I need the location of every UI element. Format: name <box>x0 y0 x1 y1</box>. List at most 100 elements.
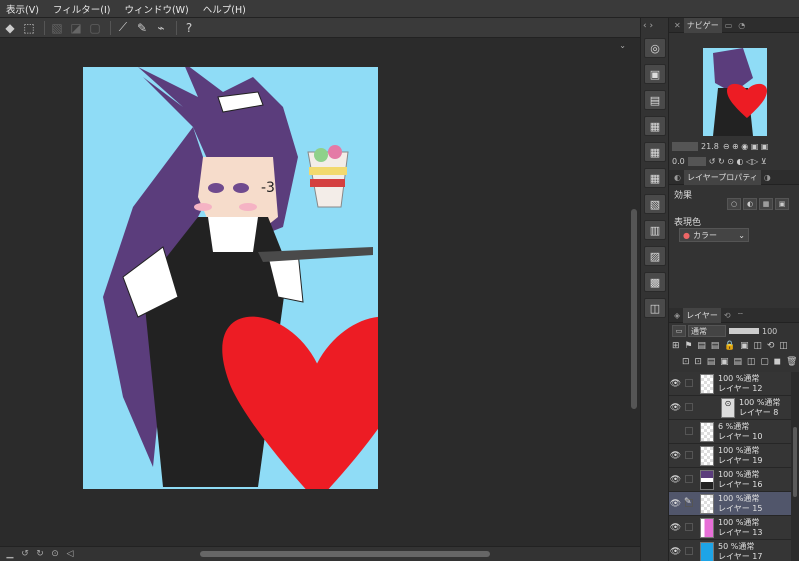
layer-row[interactable]: 👁 100 %通常 レイヤー 19 <box>669 444 791 468</box>
tone-button[interactable]: ▦ <box>759 198 773 210</box>
eye-icon[interactable]: 👁 <box>670 498 681 509</box>
layer-color-button[interactable]: ▣ <box>775 198 789 210</box>
left-blush <box>194 203 212 211</box>
layer-row[interactable]: 6 %通常 レイヤー 10 <box>669 420 791 444</box>
lock-toggle[interactable] <box>685 523 693 531</box>
fill-icon[interactable]: ◆ <box>2 20 18 36</box>
lock-toggle[interactable] <box>685 451 693 459</box>
opacity-value[interactable]: 100 <box>762 327 777 336</box>
help-icon[interactable]: ? <box>181 20 197 36</box>
tab-subview-icon[interactable]: ▭ <box>722 18 736 33</box>
pen-tool-icon[interactable]: ▧ <box>49 20 65 36</box>
eye-icon[interactable]: 👁 <box>670 402 681 413</box>
rotation-value[interactable]: 0.0 <box>672 157 685 166</box>
lock-toggle[interactable] <box>685 403 693 411</box>
correct-line-icon[interactable]: ⌁ <box>153 20 169 36</box>
layer-name: レイヤー 19 <box>718 456 763 465</box>
vertical-scrollbar[interactable] <box>628 39 640 546</box>
blend-row: ▭ 通常 100 <box>669 323 799 339</box>
opacity-slider[interactable] <box>729 328 759 334</box>
canvas-area[interactable]: ⌄ -3 <box>0 39 628 546</box>
material-icon[interactable]: ▥ <box>644 220 666 240</box>
material-icon[interactable]: ▤ <box>644 90 666 110</box>
material-icon[interactable]: ▦ <box>644 116 666 136</box>
rotate-right-icon[interactable]: ↻ <box>34 548 46 560</box>
material-icon[interactable]: ▣ <box>644 64 666 84</box>
layer-list: 👁 100 %通常 レイヤー 12 👁 ⊙ 100 %通常 レイヤー 86 %通常 レイヤー … <box>669 372 799 561</box>
tab-other-icon[interactable]: ⌔ <box>734 308 748 323</box>
tab-layers[interactable]: レイヤー <box>683 307 721 323</box>
tab-navigator[interactable]: ナビゲー <box>683 17 722 33</box>
material-icon[interactable]: ▦ <box>644 168 666 188</box>
tab-layer-property[interactable]: レイヤープロパティ <box>683 169 761 185</box>
eye-icon[interactable]: 👁 <box>670 474 681 485</box>
gradient-icon[interactable]: ◪ <box>68 20 84 36</box>
menu-window[interactable]: ウィンドウ(W) <box>124 2 188 16</box>
artwork-canvas[interactable]: -3 <box>83 67 378 489</box>
pen-icon: ✎ <box>684 497 692 507</box>
reset-view-icon[interactable]: ⊙ <box>49 548 61 560</box>
collapse-icon[interactable]: ⌄ <box>619 41 626 50</box>
layer-property-icon[interactable]: ◐ <box>671 170 684 185</box>
rotate-icon[interactable]: ↺ ↻ ⊙ ◐ ◁▷ ⊻ <box>709 157 767 166</box>
layer-thumbnail <box>700 518 714 538</box>
zoom-value[interactable]: 21.8 <box>701 142 719 151</box>
color-mode-value: カラー <box>692 230 717 240</box>
navigator-icon[interactable]: ◎ <box>644 38 666 58</box>
ruler-icon[interactable]: ⟋ <box>115 20 131 36</box>
rotate-left-icon[interactable]: ↺ <box>19 548 31 560</box>
horizontal-scroll-thumb[interactable] <box>200 551 490 557</box>
zoom-slider[interactable] <box>672 141 698 151</box>
layer-tools-row-1[interactable]: ⊞ ⚑ ▤ ▤ 🔒 ▣ ◫ ⟲ ◫ <box>669 338 789 354</box>
blend-mode-select[interactable]: 通常 <box>688 325 726 337</box>
zoom-out-icon[interactable]: ⊖ ⊕ ◉ ▣ ▣ <box>723 142 769 151</box>
layer-row[interactable]: 👁 100 %通常 レイヤー 12 <box>669 372 791 396</box>
scroll-thumb[interactable] <box>793 427 797 497</box>
layer-row[interactable]: 👁 ⊙ 100 %通常 レイヤー 8 <box>669 396 791 420</box>
material-icon[interactable]: ◫ <box>644 298 666 318</box>
tab-other-icon[interactable]: ◑ <box>761 170 774 185</box>
toolbar-divider <box>44 20 45 35</box>
material-icon[interactable]: ▨ <box>644 246 666 266</box>
layer-row[interactable]: 👁 100 %通常 レイヤー 16 <box>669 468 791 492</box>
layer-scrollbar[interactable] <box>791 372 799 561</box>
layer-row[interactable]: 👁 50 %通常 レイヤー 17 <box>669 540 791 561</box>
layer-stack-icon[interactable]: ◈ <box>671 308 683 323</box>
color-mode-select[interactable]: ● カラー ⌄ <box>679 228 749 242</box>
lock-toggle[interactable] <box>685 547 693 555</box>
flip-icon[interactable]: ◁ <box>64 548 76 560</box>
layer-row[interactable]: 👁 100 %通常 レイヤー 13 <box>669 516 791 540</box>
rotation-slider[interactable] <box>687 156 706 166</box>
eye-icon[interactable] <box>670 426 681 437</box>
menu-filter[interactable]: フィルター(I) <box>53 2 111 16</box>
material-icon[interactable]: ▧ <box>644 194 666 214</box>
extract-line-button[interactable]: ◐ <box>743 198 757 210</box>
border-effect-button[interactable]: ○ <box>727 198 741 210</box>
layer-row[interactable]: 👁 ✎ 100 %通常 レイヤー 15 <box>669 492 791 516</box>
material-icon[interactable]: ▦ <box>644 142 666 162</box>
stamp-icon[interactable]: ▢ <box>87 20 103 36</box>
chevron-left-icon[interactable]: ‹ › <box>643 21 653 31</box>
tab-info-icon[interactable]: ◔ <box>735 18 748 33</box>
brush-stroke-icon[interactable]: ✎ <box>134 20 150 36</box>
scroll-thumb[interactable] <box>631 209 637 409</box>
layer-thumbnail <box>700 422 714 442</box>
zoom-out-icon[interactable]: ▁ <box>4 548 16 560</box>
eye-icon[interactable]: 👁 <box>670 378 681 389</box>
tab-other-icon[interactable]: ⟲ <box>721 308 734 323</box>
eye-icon[interactable]: 👁 <box>670 522 681 533</box>
lock-toggle[interactable] <box>685 427 693 435</box>
navigator-thumbnail[interactable] <box>703 48 767 136</box>
lock-toggle[interactable] <box>685 475 693 483</box>
select-icon[interactable]: ⬚ <box>21 20 37 36</box>
material-icon[interactable]: ▩ <box>644 272 666 292</box>
layer-thumbnail <box>700 542 714 561</box>
eye-icon[interactable]: 👁 <box>670 546 681 557</box>
lock-toggle[interactable] <box>685 379 693 387</box>
eye-icon[interactable]: 👁 <box>670 450 681 461</box>
effect-buttons: ○ ◐ ▦ ▣ <box>727 198 791 210</box>
menu-help[interactable]: ヘルプ(H) <box>203 2 246 16</box>
close-icon[interactable]: ✕ <box>671 18 684 33</box>
layer-tools-row-2[interactable]: ⊡ ⊡ ▤ ▣ ▤ ◫ ▢ ◼ 🗑 <box>679 354 798 370</box>
menu-view[interactable]: 表示(V) <box>6 2 39 16</box>
